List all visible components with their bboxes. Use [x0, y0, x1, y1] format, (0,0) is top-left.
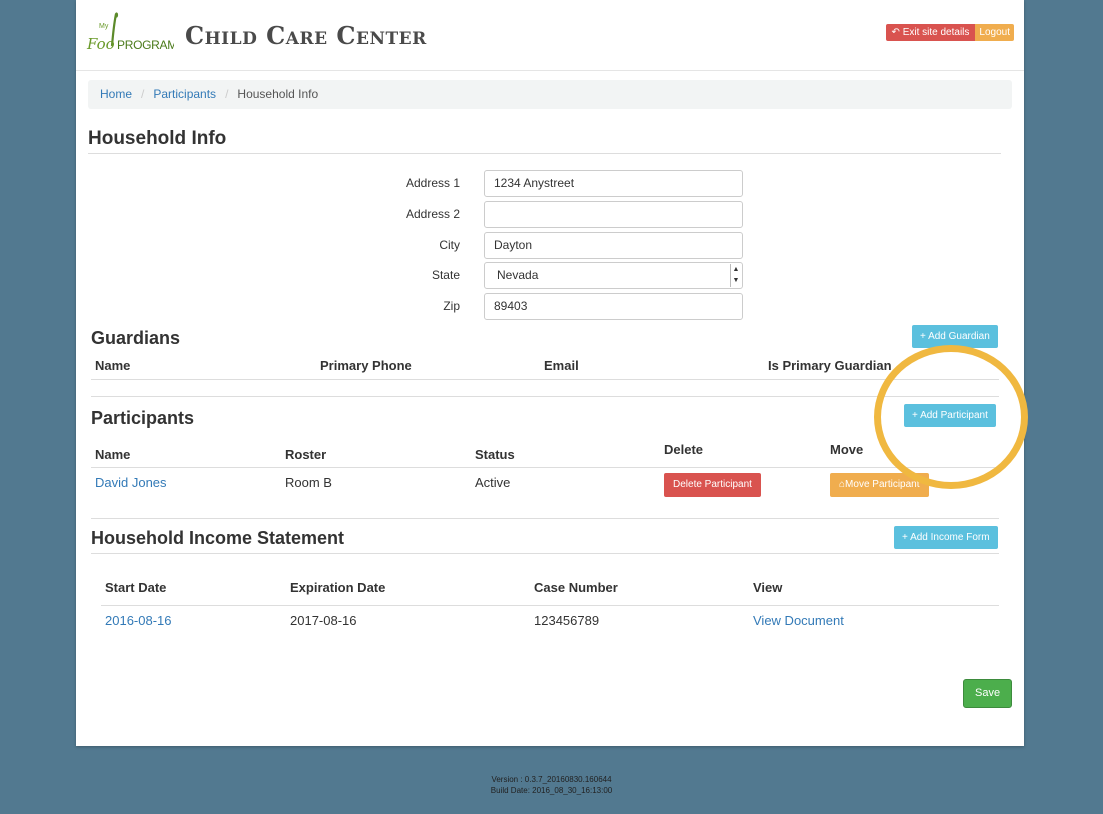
main-card: My Foo PROGRAM Child Care Center ↶ Exit … — [76, 0, 1024, 746]
state-select[interactable]: Nevada ▲ ▼ — [484, 262, 743, 289]
breadcrumb-participants[interactable]: Participants — [153, 80, 216, 109]
guardians-col-primary[interactable]: Is Primary Guardian — [768, 358, 892, 373]
svg-text:Foo: Foo — [86, 35, 115, 53]
back-arrow-icon: ↶ — [891, 27, 903, 38]
breadcrumb-separator: / — [225, 87, 229, 101]
state-row: State Nevada ▲ ▼ — [356, 262, 743, 289]
income-start-date-link[interactable]: 2016-08-16 — [105, 613, 172, 628]
breadcrumb-separator: / — [141, 87, 145, 101]
income-expiration-date: 2017-08-16 — [290, 613, 357, 628]
participants-col-roster[interactable]: Roster — [285, 447, 326, 462]
divider — [101, 605, 999, 606]
participant-name-link[interactable]: David Jones — [95, 475, 167, 490]
income-col-view[interactable]: View — [753, 580, 782, 595]
divider — [91, 379, 999, 380]
income-col-case[interactable]: Case Number — [534, 580, 618, 595]
participants-col-move: Move — [830, 442, 864, 457]
footer-version: Version : 0.3.7_20160830.160644 — [491, 775, 612, 784]
divider — [88, 153, 1001, 154]
save-button[interactable]: Save — [963, 679, 1013, 708]
city-input[interactable]: Dayton — [484, 232, 743, 259]
logout-button[interactable]: Logout — [975, 24, 1014, 41]
income-col-expiration[interactable]: Expiration Date — [290, 580, 385, 595]
site-title: Child Care Center — [185, 21, 427, 50]
participants-col-delete: Delete — [664, 442, 704, 457]
page-header: My Foo PROGRAM Child Care Center ↶ Exit … — [76, 0, 1024, 71]
logo[interactable]: My Foo PROGRAM — [86, 12, 178, 54]
state-select-value: Nevada — [497, 268, 539, 282]
guardians-col-phone[interactable]: Primary Phone — [320, 358, 412, 373]
guardians-col-email[interactable]: Email — [544, 358, 579, 373]
exit-site-details-button[interactable]: ↶ Exit site details — [885, 24, 976, 41]
divider — [91, 518, 999, 519]
income-title: Household Income Statement — [91, 528, 345, 548]
divider — [91, 553, 999, 554]
income-case-number: 123456789 — [534, 613, 600, 628]
add-guardian-button[interactable]: + Add Guardian — [912, 325, 998, 348]
income-col-start[interactable]: Start Date — [105, 580, 166, 595]
city-label: City — [439, 238, 460, 252]
participant-status: Active — [475, 475, 511, 490]
address1-row: Address 1 1234 Anystreet — [356, 170, 743, 197]
svg-text:PROGRAM: PROGRAM — [117, 38, 174, 52]
zip-row: Zip 89403 — [356, 293, 743, 320]
header-buttons: ↶ Exit site details Logout — [885, 24, 1014, 41]
move-participant-button[interactable]: ⌂Move Participant — [830, 473, 929, 497]
participants-title: Participants — [91, 408, 195, 428]
household-info-title: Household Info — [88, 128, 227, 149]
city-row: City Dayton — [356, 232, 743, 259]
svg-text:My: My — [99, 23, 109, 30]
divider — [91, 396, 999, 397]
add-income-form-button[interactable]: + Add Income Form — [894, 526, 998, 549]
address2-input[interactable] — [484, 201, 743, 228]
participant-roster: Room B — [285, 475, 332, 490]
select-arrows-icon: ▲ ▼ — [730, 264, 741, 287]
breadcrumb: Home / Participants / Household Info — [88, 80, 1012, 109]
address2-label: Address 2 — [405, 207, 460, 221]
guardians-col-name[interactable]: Name — [95, 358, 130, 373]
footer-build-date: Build Date: 2016_08_30_16:13:00 — [490, 786, 613, 795]
zip-label: Zip — [443, 299, 460, 313]
address1-label: Address 1 — [405, 176, 460, 190]
add-participant-button[interactable]: + Add Participant — [904, 404, 996, 427]
breadcrumb-home[interactable]: Home — [100, 80, 132, 109]
guardians-title: Guardians — [91, 328, 181, 348]
participants-col-name[interactable]: Name — [95, 447, 130, 462]
state-label: State — [431, 268, 460, 282]
move-participant-label: Move Participant — [845, 479, 920, 490]
view-document-link[interactable]: View Document — [753, 613, 844, 628]
address2-row: Address 2 — [356, 201, 743, 228]
breadcrumb-current: Household Info — [237, 87, 319, 101]
exit-label: Exit site details — [902, 27, 970, 38]
delete-participant-button[interactable]: Delete Participant — [664, 473, 761, 497]
logo-graphic: My Foo PROGRAM — [86, 12, 178, 53]
zip-input[interactable]: 89403 — [484, 293, 743, 320]
address1-input[interactable]: 1234 Anystreet — [484, 170, 743, 197]
participants-col-status[interactable]: Status — [475, 447, 515, 462]
divider — [91, 467, 999, 468]
